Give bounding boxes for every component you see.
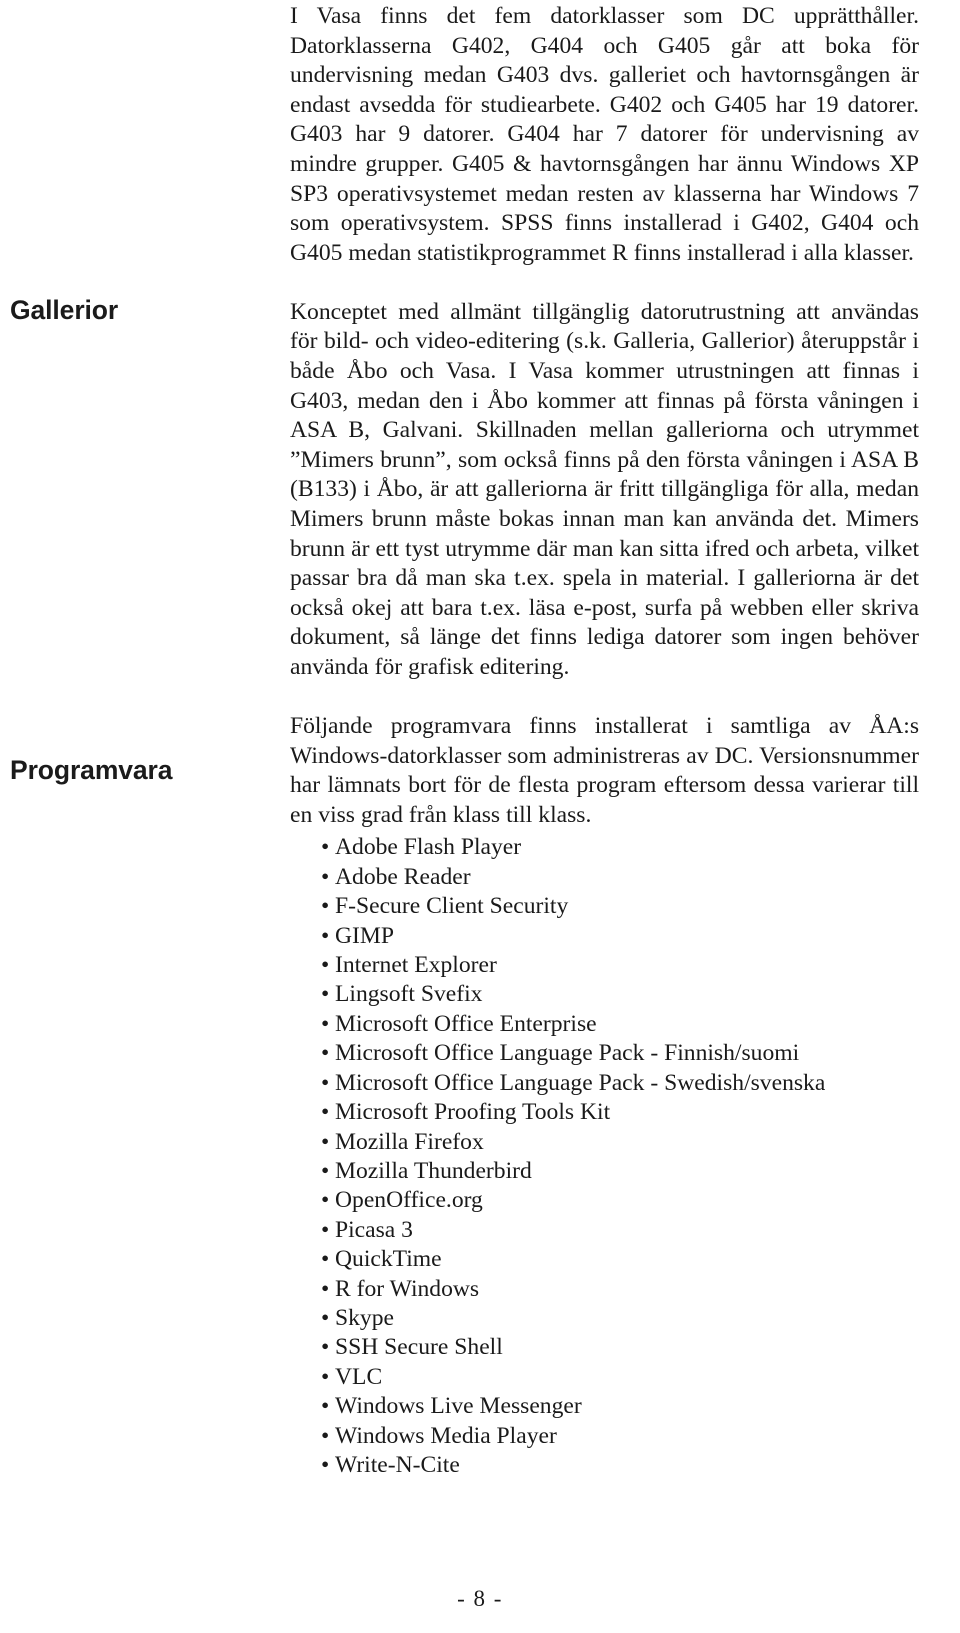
list-item-label: Microsoft Proofing Tools Kit [335,1099,611,1126]
paragraph-intro-datorklasser: I Vasa finns det fem datorklasser som DC… [290,3,919,266]
list-item-label: Adobe Flash Player [335,834,522,861]
bullet-icon: • [321,1334,330,1361]
list-item-label: Picasa 3 [335,1216,413,1243]
list-item: • Microsoft Office Language Pack - Finnis… [290,1039,919,1068]
list-item: • VLC [290,1363,919,1392]
list-item: • Microsoft Proofing Tools Kit [290,1098,919,1127]
bullet-icon: • [321,1216,330,1243]
margin-heading-column: Gallerior Programvara [0,0,272,1633]
paragraph-gallerior: Konceptet med allmänt tillgänglig datoru… [290,298,919,680]
list-item: • F-Secure Client Security [290,892,919,921]
bullet-icon: • [321,1099,330,1126]
list-item-label: Microsoft Office Language Pack - Finnish… [335,1040,800,1067]
list-item: • GIMP [290,922,919,951]
list-item-label: Microsoft Office Enterprise [335,1010,597,1037]
list-item-label: R for Windows [335,1275,480,1302]
bullet-icon: • [321,1187,330,1214]
list-item: • Skype [290,1304,919,1333]
bullet-icon: • [321,1040,330,1067]
list-item: • SSH Secure Shell [290,1333,919,1362]
bullet-icon: • [321,922,330,949]
list-item: • Picasa 3 [290,1216,919,1245]
list-item-label: VLC [335,1363,383,1390]
bullet-icon: • [321,981,330,1008]
list-item-label: Mozilla Firefox [335,1128,484,1155]
bullet-icon: • [321,863,330,890]
bullet-icon: • [321,1422,330,1449]
list-item-label: GIMP [335,922,394,949]
list-item: • Mozilla Thunderbird [290,1157,919,1186]
section-heading-programvara: Programvara [10,755,173,785]
section-heading-gallerior: Gallerior [10,295,119,325]
list-item-label: Mozilla Thunderbird [335,1157,532,1184]
bullet-icon: • [321,1275,330,1302]
page-footer: - 8 - [0,1586,960,1612]
bullet-icon: • [321,1451,330,1478]
software-list: • Adobe Flash Player • Adobe Reader • F-Secur… [290,833,919,1480]
list-item: • Windows Media Player [290,1422,919,1451]
list-item: • Microsoft Office Language Pack - Swedis… [290,1069,919,1098]
list-item: • Internet Explorer [290,951,919,980]
list-item-label: Microsoft Office Language Pack - Swedish… [335,1069,826,1096]
list-item: • Windows Live Messenger [290,1392,919,1421]
list-item-label: QuickTime [335,1246,442,1273]
bullet-icon: • [321,1246,330,1273]
list-item: • OpenOffice.org [290,1186,919,1215]
list-item-label: F-Secure Client Security [335,893,569,920]
list-item: • Mozilla Firefox [290,1128,919,1157]
body-text-column: I Vasa finns det fem datorklasser som DC… [290,0,919,1480]
list-item: • Write-N-Cite [290,1451,919,1480]
list-item-label: Internet Explorer [335,952,497,979]
bullet-icon: • [321,952,330,979]
bullet-icon: • [321,1010,330,1037]
list-item-label: Windows Media Player [335,1422,557,1449]
list-item-label: Lingsoft Svefix [335,981,483,1008]
bullet-icon: • [321,1363,330,1390]
bullet-icon: • [321,1069,330,1096]
list-item-label: Windows Live Messenger [335,1393,582,1420]
list-item-label: SSH Secure Shell [335,1334,503,1361]
bullet-icon: • [321,893,330,920]
list-item-label: Adobe Reader [335,863,471,890]
list-item-label: Skype [335,1304,394,1331]
list-item-label: OpenOffice.org [335,1187,483,1214]
page-number: - 8 - [457,1586,503,1611]
document-page: Gallerior Programvara I Vasa finns det f… [0,0,960,1633]
bullet-icon: • [321,1304,330,1331]
list-item: • Lingsoft Svefix [290,980,919,1009]
paragraph-programvara: Följande programvara finns installerat i… [290,713,919,828]
list-item: • Adobe Flash Player [290,833,919,862]
list-item: • R for Windows [290,1275,919,1304]
bullet-icon: • [321,1128,330,1155]
list-item: • Microsoft Office Enterprise [290,1010,919,1039]
bullet-icon: • [321,1393,330,1420]
bullet-icon: • [321,1157,330,1184]
bullet-icon: • [321,834,330,861]
list-item: • QuickTime [290,1245,919,1274]
list-item-label: Write-N-Cite [335,1451,460,1478]
list-item: • Adobe Reader [290,863,919,892]
